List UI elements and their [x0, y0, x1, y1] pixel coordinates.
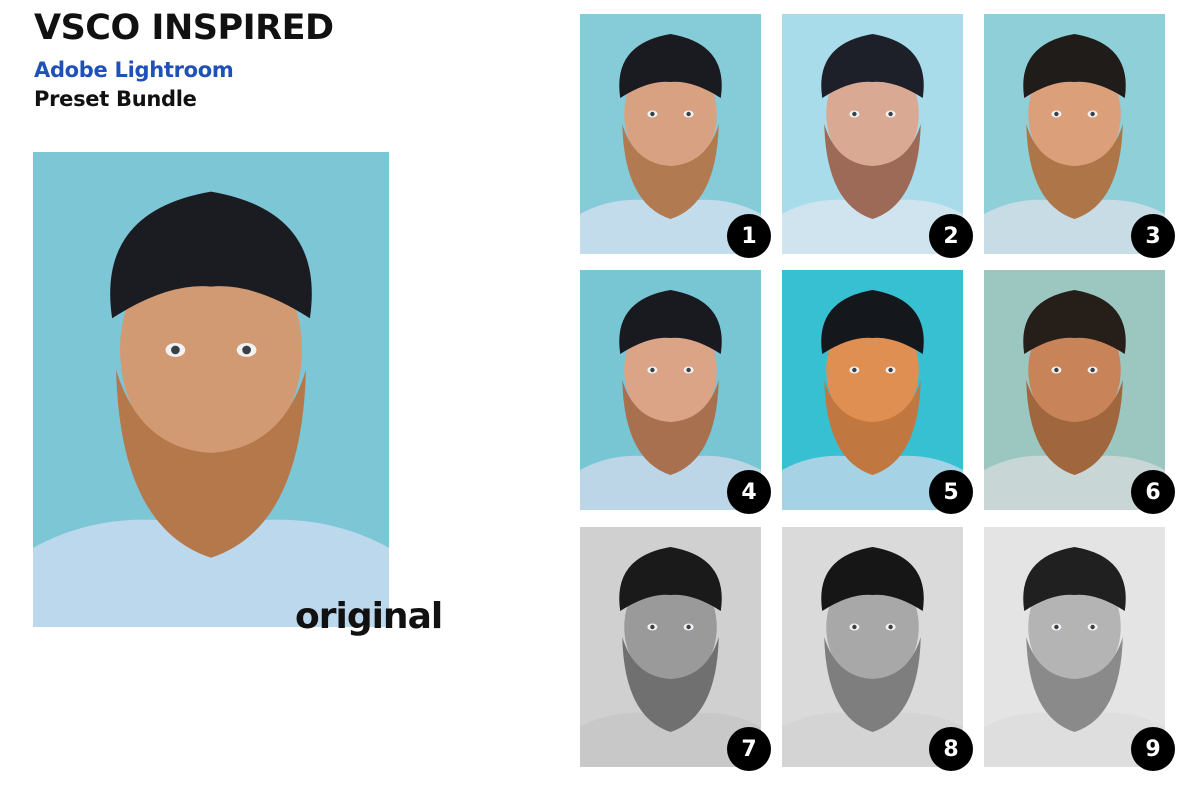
preset-thumb[interactable]: 3: [984, 14, 1175, 258]
original-photo: [33, 152, 389, 627]
original-portrait-image: [33, 152, 389, 627]
preset-photo: [580, 270, 761, 510]
preset-thumb[interactable]: 4: [580, 270, 771, 514]
preset-photo: [580, 14, 761, 254]
preset-number-badge: 3: [1131, 214, 1175, 258]
preset-photo: [782, 14, 963, 254]
preset-number-badge: 2: [929, 214, 973, 258]
preset-photo: [984, 14, 1165, 254]
preset-thumb[interactable]: 6: [984, 270, 1175, 514]
preset-number-badge: 7: [727, 727, 771, 771]
preset-thumb[interactable]: 7: [580, 527, 771, 771]
preset-thumb[interactable]: 8: [782, 527, 973, 771]
original-label: original: [295, 596, 443, 637]
preset-number-badge: 4: [727, 470, 771, 514]
preset-photo: [984, 527, 1165, 767]
preset-thumb[interactable]: 5: [782, 270, 973, 514]
preset-thumb[interactable]: 2: [782, 14, 973, 258]
preset-photo: [580, 527, 761, 767]
subtitle-lightroom: Adobe Lightroom: [34, 58, 234, 82]
subtitle-preset-bundle: Preset Bundle: [34, 87, 197, 111]
preset-photo: [782, 270, 963, 510]
page-title: VSCO INSPIRED: [34, 8, 334, 48]
preset-number-badge: 8: [929, 727, 973, 771]
preset-number-badge: 6: [1131, 470, 1175, 514]
preset-number-badge: 5: [929, 470, 973, 514]
preset-number-badge: 1: [727, 214, 771, 258]
preset-photo: [984, 270, 1165, 510]
preset-photo: [782, 527, 963, 767]
preset-thumb[interactable]: 9: [984, 527, 1175, 771]
preset-number-badge: 9: [1131, 727, 1175, 771]
preset-thumb[interactable]: 1: [580, 14, 771, 258]
